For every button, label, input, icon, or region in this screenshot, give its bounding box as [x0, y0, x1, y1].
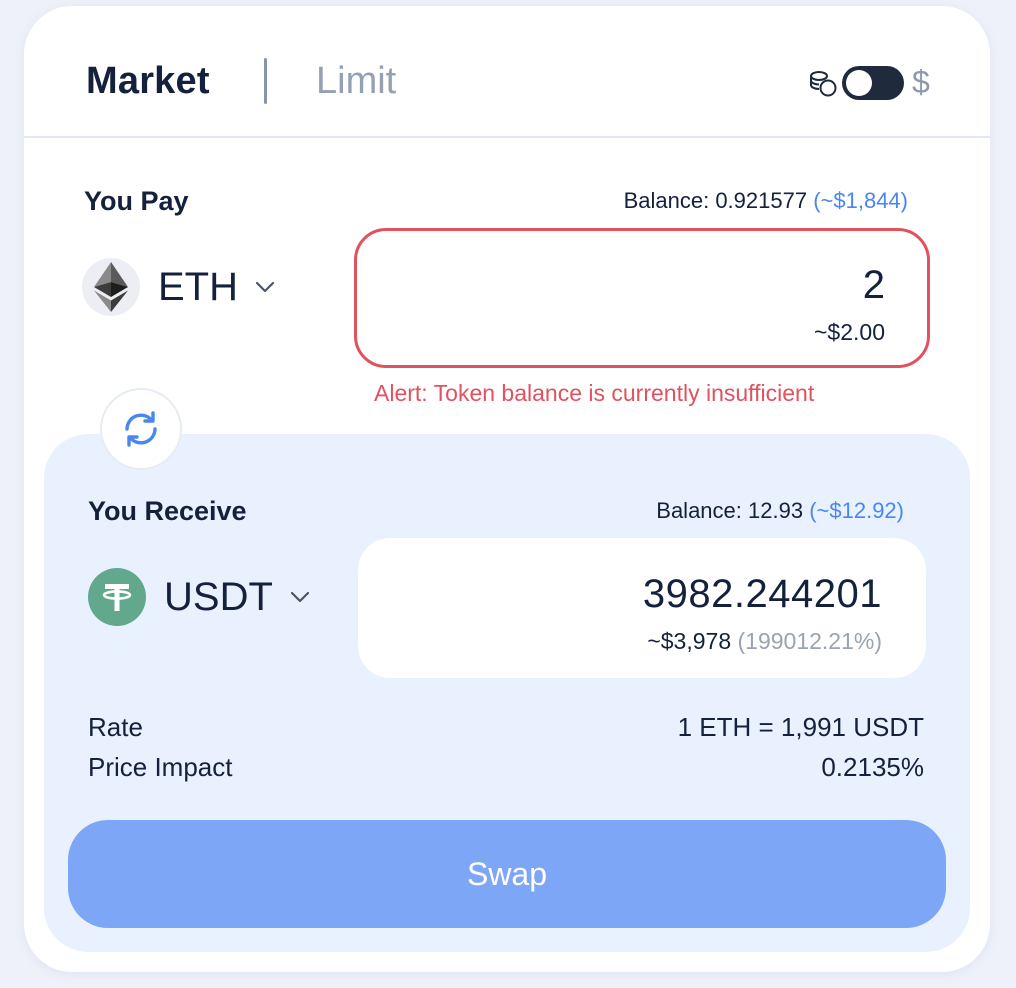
rate-label: Rate: [88, 712, 143, 742]
price-impact-label: Price Impact: [88, 752, 233, 782]
swap-arrows-icon: [125, 411, 157, 447]
receive-token-name: USDT: [164, 574, 273, 619]
eth-icon: [82, 258, 140, 316]
receive-amount-value: 3982.244201: [642, 572, 882, 616]
receive-balance-fiat: (~$12.92): [809, 498, 904, 523]
price-impact-row: Price Impact 0.2135%: [88, 752, 924, 783]
you-receive-label: You Receive: [88, 496, 247, 526]
dollar-label: $: [912, 64, 930, 100]
tab-divider: [264, 58, 267, 104]
pay-amount-fiat: ~$2.00: [814, 319, 885, 345]
rate-value: 1 ETH = 1,991 USDT: [677, 712, 924, 742]
price-impact-value: 0.2135%: [821, 752, 924, 782]
pay-balance-label: Balance:: [623, 188, 710, 213]
swap-direction-button[interactable]: [100, 388, 182, 470]
tab-market[interactable]: Market: [86, 60, 210, 103]
tab-limit[interactable]: Limit: [316, 60, 396, 103]
pay-amount-input[interactable]: 2 ~$2.00: [354, 228, 930, 368]
swap-card: Market Limit $ You Pay Balance: 0.921577…: [24, 6, 990, 972]
usdt-icon: [88, 568, 146, 626]
chevron-down-icon: [290, 591, 309, 603]
rate-row: Rate 1 ETH = 1,991 USDT: [88, 712, 924, 743]
receive-amount-fiat: ~$3,978 (199012.21%): [647, 628, 882, 655]
receive-balance-label: Balance:: [656, 498, 742, 523]
receive-token-selector[interactable]: USDT: [88, 568, 311, 626]
insufficient-balance-alert: Alert: Token balance is currently insuff…: [374, 380, 815, 406]
you-pay-label: You Pay: [84, 186, 189, 216]
receive-amount-output: 3982.244201 ~$3,978 (199012.21%): [358, 538, 926, 678]
swap-button[interactable]: Swap: [68, 820, 946, 928]
swap-header: Market Limit $: [24, 6, 990, 138]
toggle-knob: [846, 70, 872, 96]
pay-amount-value: 2: [862, 263, 885, 307]
receive-fiat-percent: (199012.21%): [737, 628, 883, 654]
pay-balance-value: 0.921577: [715, 188, 808, 213]
receive-balance: Balance: 12.93 (~$12.92): [656, 498, 904, 524]
pay-balance-fiat: (~$1,844): [813, 188, 908, 213]
pay-balance: Balance: 0.921577 (~$1,844): [624, 188, 908, 214]
pay-token-selector[interactable]: ETH: [82, 258, 276, 316]
receive-fiat-value: ~$3,978: [647, 628, 732, 654]
currency-toggle[interactable]: [842, 66, 904, 100]
chevron-down-icon: [255, 281, 275, 293]
coins-icon: [810, 71, 837, 97]
receive-balance-value: 12.93: [748, 498, 804, 523]
pay-token-name: ETH: [158, 264, 238, 309]
